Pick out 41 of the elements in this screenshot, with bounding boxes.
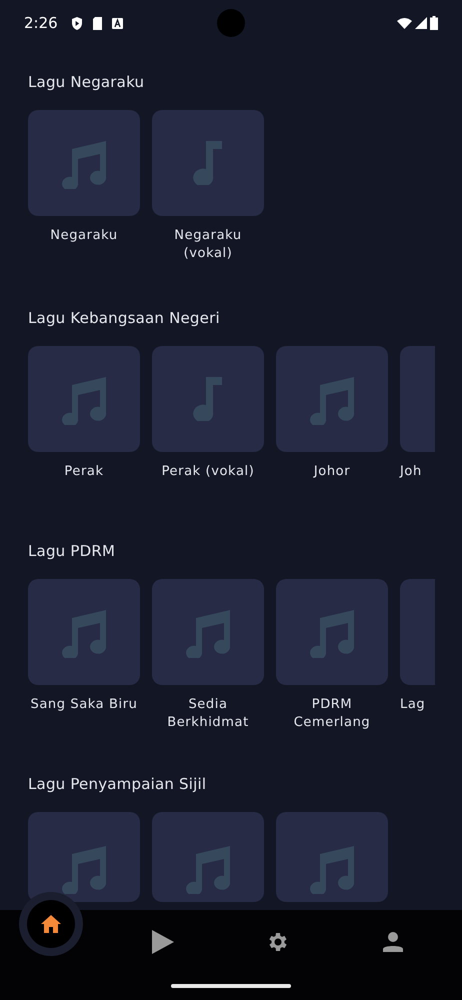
section-title: Lagu Negaraku [28,72,146,92]
person-icon [382,932,402,952]
song-tile[interactable] [276,579,388,685]
battery-icon [430,16,438,30]
song-tile[interactable] [400,579,435,685]
shield-icon [70,16,83,30]
song-title: Perak [63,463,105,481]
section-title: Lagu Penyampaian Sijil [28,774,208,794]
song-tile[interactable] [152,346,264,452]
song-title: Negaraku (vokal) [173,227,243,263]
song-tile[interactable] [152,110,264,216]
song-tile[interactable] [28,812,140,902]
song-tile[interactable] [28,579,140,685]
camera-cutout [217,9,245,37]
song-tile[interactable] [276,812,388,902]
song-title: Johor [312,463,352,481]
wifi-icon [397,18,412,28]
song-title: Sedia Berkhidmat [166,696,250,732]
song-tile[interactable] [152,812,264,902]
status-time: 2:26 [24,14,58,32]
sd-card-icon [92,16,103,30]
song-tile[interactable] [28,110,140,216]
song-title: Perak (vokal) [160,463,256,481]
song-tile[interactable] [28,346,140,452]
section-title: Lagu PDRM [28,541,116,561]
song-title: Lag [400,696,426,714]
play-icon [152,930,174,954]
music-note-icon [193,377,223,421]
section-title: Lagu Kebangsaan Negeri [28,308,221,328]
song-title: PDRM Cemerlang [292,696,372,732]
home-tab[interactable] [27,900,75,948]
song-title: Negaraku [49,227,119,245]
song-tile[interactable] [400,346,435,452]
song-tile[interactable] [152,579,264,685]
music-note-icon [193,141,223,185]
song-title: Joh [400,463,422,481]
translate-icon [112,18,123,28]
home-icon [41,915,61,933]
signal-icon [415,17,427,29]
song-title: Sang Saka Biru [30,696,138,714]
song-tile[interactable] [276,346,388,452]
